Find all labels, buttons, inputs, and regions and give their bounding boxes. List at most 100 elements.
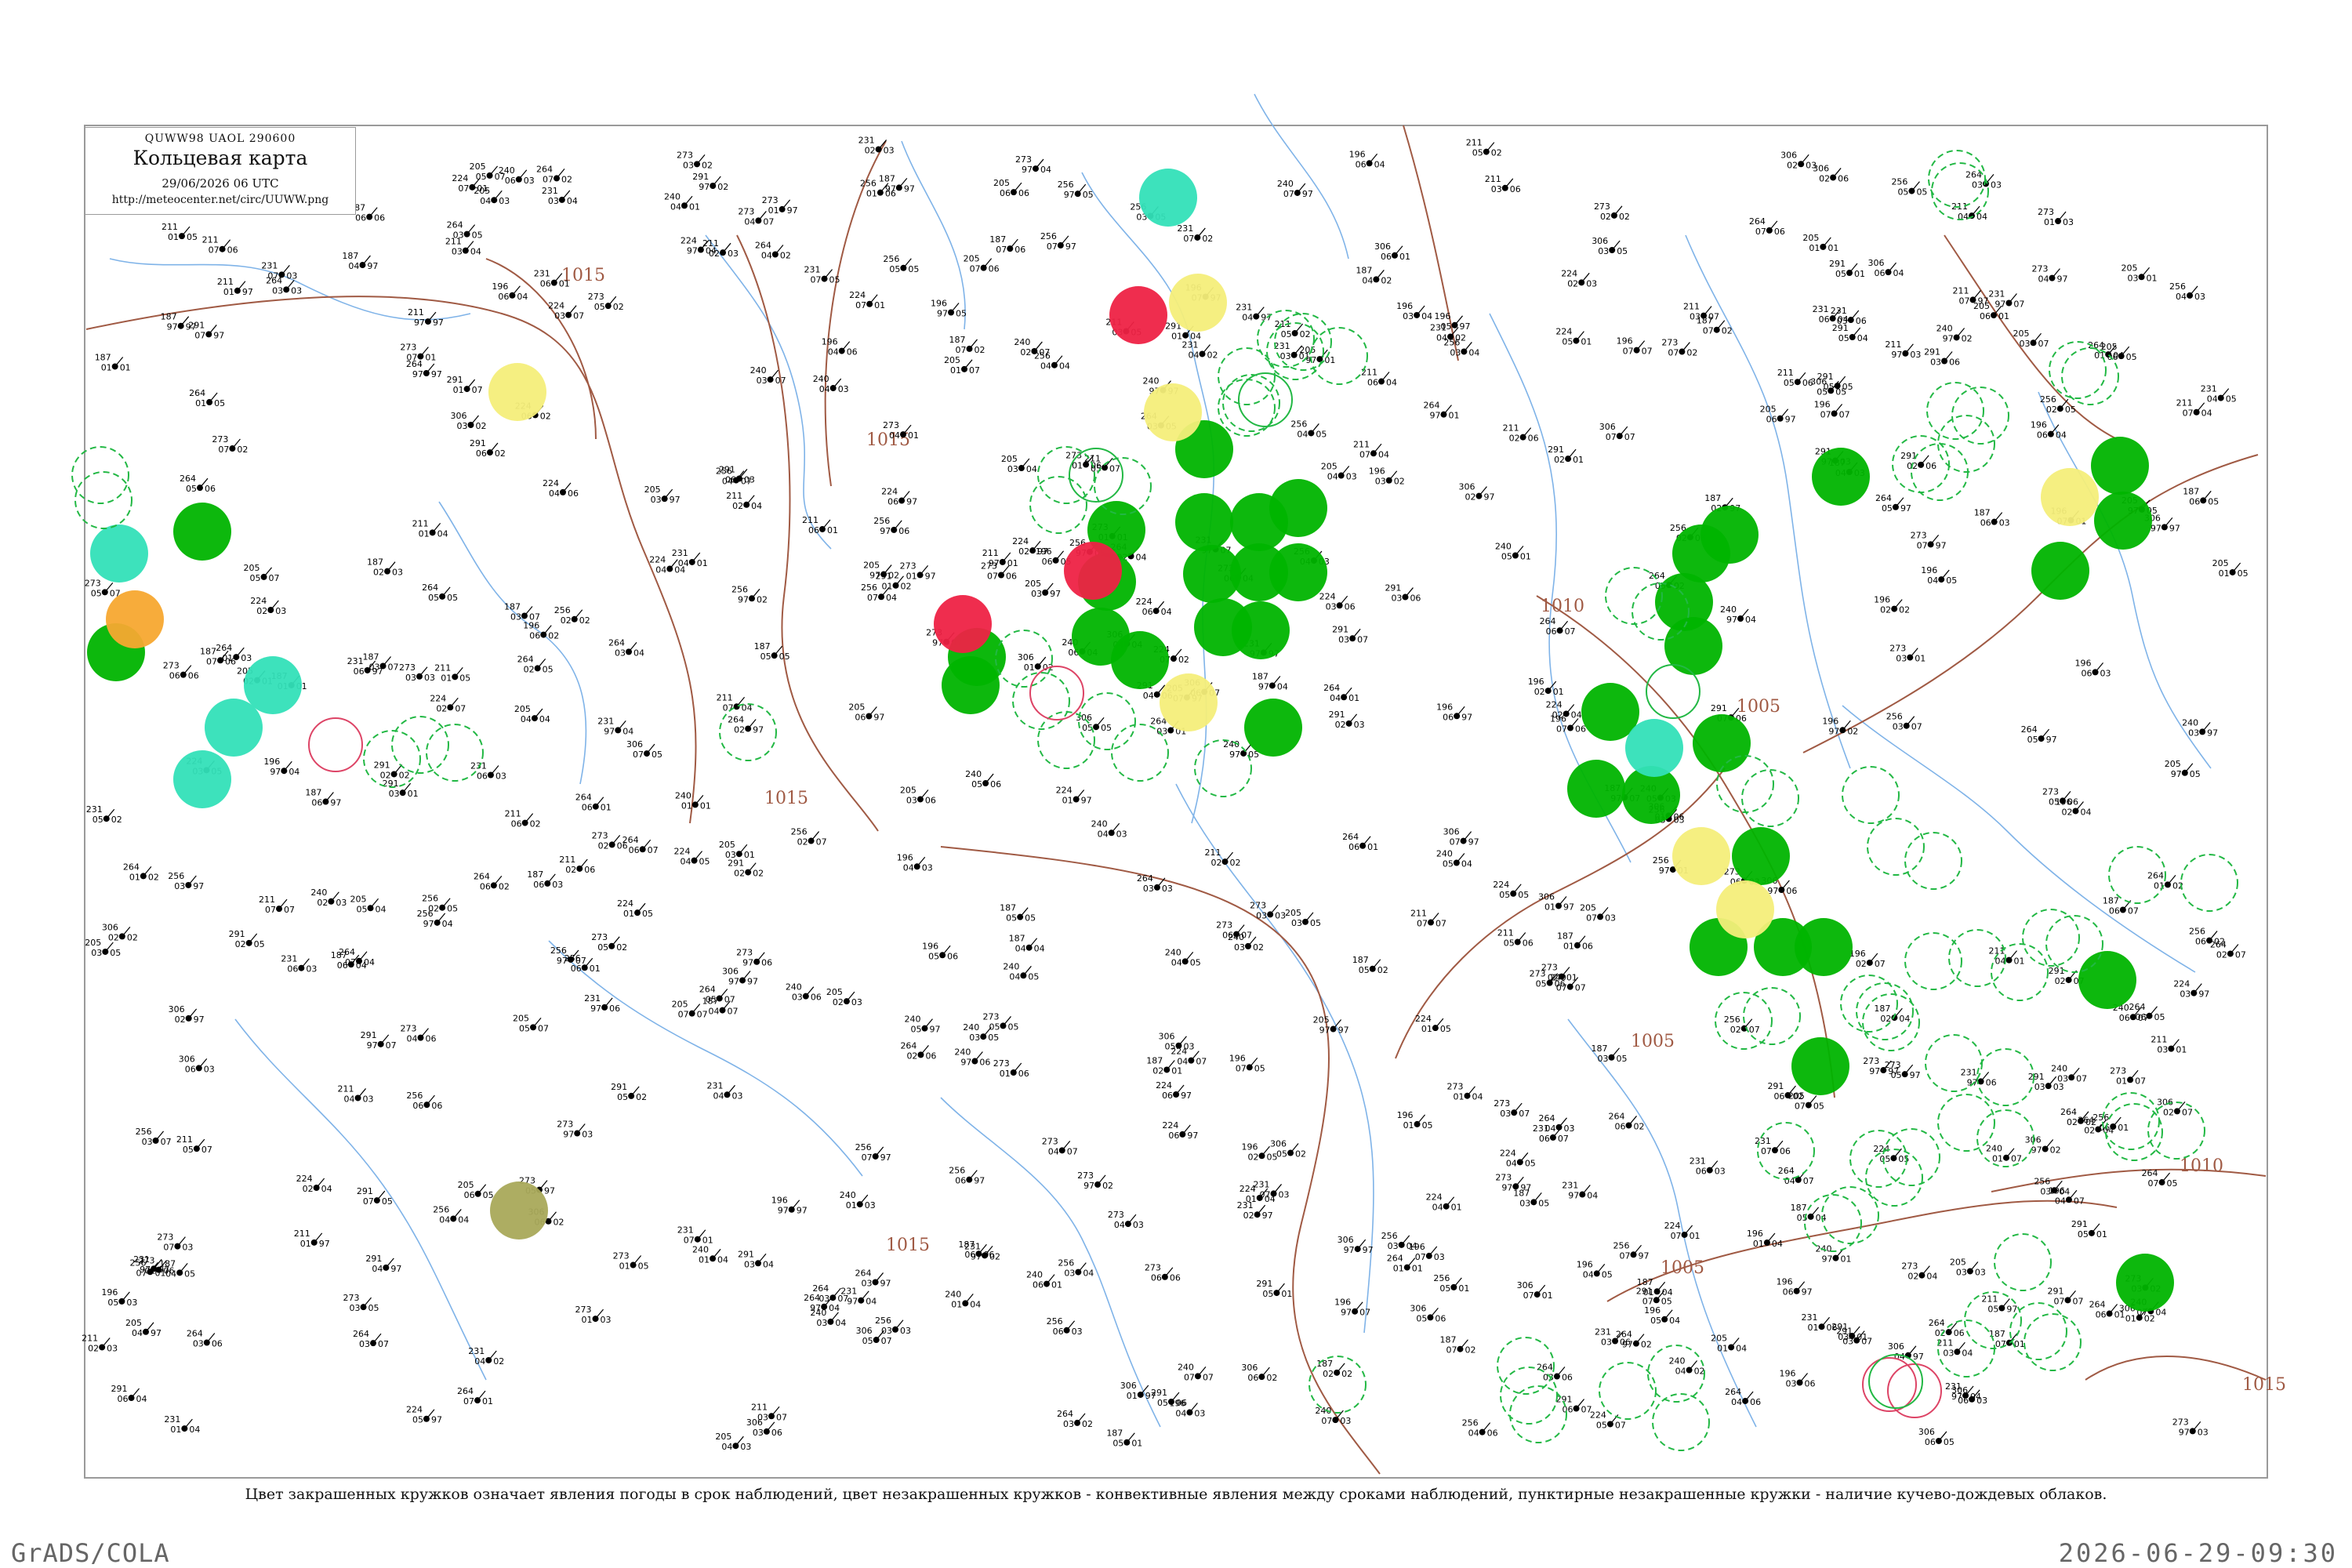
station-dew: 01 [1246, 1194, 1257, 1204]
station-temp: 273 [85, 578, 101, 588]
weather-circle-rain [1664, 617, 1722, 675]
weather-circle-shower [205, 699, 263, 757]
station-dew: 06 [1033, 1280, 1044, 1290]
station-pressure: 97 [1065, 241, 1076, 252]
station-pressure: 04 [1736, 1343, 1747, 1353]
station-temp: 273 [1015, 154, 1032, 165]
station-pressure: 03 [740, 1442, 751, 1452]
station-dew: 03 [757, 376, 768, 386]
station-pressure: 97 [1563, 902, 1574, 912]
station-temp: 273 [1901, 1261, 1918, 1272]
station-temp: 264 [123, 862, 140, 872]
weather-circle-fog-haze [488, 363, 546, 421]
station-dew: 04 [372, 1264, 383, 1274]
station-temp: 256 [716, 466, 732, 477]
station-temp: 196 [771, 1196, 788, 1206]
station-pressure: 02 [495, 448, 506, 459]
station-pressure: 03 [1354, 720, 1365, 730]
station-dew: 06 [2037, 430, 2048, 441]
station-temp: 231 [1274, 341, 1290, 351]
station-dew: 02 [256, 606, 267, 616]
station-temp: 240 [965, 769, 982, 779]
station-dew: 06 [533, 880, 544, 890]
station-temp: 256 [731, 584, 748, 594]
station-pressure: 97 [1187, 1131, 1198, 1141]
station-temp: 273 [982, 1011, 999, 1022]
station-pressure: 05 [368, 1303, 379, 1313]
station-pressure: 07 [741, 477, 752, 487]
station-dew: 97 [687, 246, 698, 256]
station-temp: 273 [1863, 1056, 1879, 1066]
station-dew: 02 [2084, 1125, 2095, 1135]
station-dew: 06 [1356, 159, 1367, 169]
station-dew: 06 [1546, 626, 1557, 637]
station-temp: 273 [883, 420, 899, 430]
station-temp: 291 [111, 1384, 128, 1394]
station-temp: 264 [180, 474, 196, 484]
station-pressure: 05 [447, 593, 458, 603]
station-temp: 264 [1540, 616, 1556, 626]
station-temp: 273 [588, 292, 604, 302]
station-temp: 187 [1974, 508, 1991, 518]
station-dew: 04 [549, 488, 560, 499]
station-pressure: 04 [1745, 615, 1756, 625]
isobar-label: 1010 [1541, 597, 1584, 616]
station-pressure: 04 [458, 1214, 469, 1225]
station-temp: 291 [188, 320, 205, 330]
station-pressure: 04 [1277, 681, 1288, 691]
station-temp: 240 [310, 887, 327, 898]
station-pressure: 01 [2147, 273, 2158, 283]
station-pressure: 06 [1582, 942, 1593, 952]
station-temp: 224 [1590, 1410, 1606, 1420]
station-pressure: 06 [1780, 1146, 1791, 1156]
station-dew: 04 [1583, 1269, 1594, 1279]
weather-circle-rain [1791, 1037, 1849, 1095]
station-dew: 02 [2046, 405, 2057, 415]
station-temp: 205 [474, 186, 490, 196]
station-pressure: 05 [1254, 1063, 1265, 1073]
station-pressure: 97 [367, 261, 378, 271]
station-temp: 256 [949, 1166, 965, 1176]
station-dew: 06 [505, 176, 516, 186]
station-temp: 306 [102, 922, 118, 932]
station-dew: 05 [428, 593, 439, 603]
weather-circle-drizzle-other [106, 590, 164, 648]
station-dew: 97 [2031, 1145, 2042, 1155]
station-dew: 03 [1375, 477, 1386, 487]
station-temp: 273 [1530, 969, 1546, 979]
station-temp: 211 [217, 277, 234, 287]
station-temp: 187 [1146, 1055, 1163, 1065]
station-pressure: 03 [922, 862, 933, 873]
station-temp: 306 [1599, 422, 1616, 432]
station-temp: 273 [1495, 1172, 1512, 1182]
station-pressure: 01 [1915, 654, 1926, 664]
station-dew: 97 [2151, 523, 2161, 533]
station-dew: 05 [594, 302, 605, 312]
station-dew: 03 [969, 1033, 980, 1043]
source-url[interactable]: http://meteocenter.net/circ/UUWW.png [85, 194, 355, 206]
station-pressure: 03 [601, 1315, 612, 1325]
station-temp: 211 [1466, 138, 1483, 148]
station-pressure: 07 [455, 703, 466, 713]
station-pressure: 97 [904, 183, 915, 194]
station-temp: 240 [786, 982, 802, 993]
station-dew: 97 [1064, 190, 1075, 200]
station-temp: 240 [904, 1014, 920, 1025]
station-pressure: 05 [2208, 496, 2219, 506]
station-dew: 03 [1280, 351, 1291, 361]
station-dew: 03 [651, 495, 662, 505]
station-dew: 05 [1596, 1420, 1607, 1430]
station-pressure: 02 [1202, 234, 1213, 244]
station-pressure: 97 [2056, 274, 2067, 285]
station-dew: 05 [1891, 1070, 1902, 1080]
station-pressure: 06 [205, 484, 216, 494]
station-pressure: 06 [1954, 1328, 1965, 1338]
station-temp: 211 [726, 491, 742, 501]
station-dew: 02 [373, 568, 384, 578]
station-dew: 03 [1326, 601, 1337, 612]
station-dew: 97 [1568, 1191, 1579, 1201]
station-dew: 04 [721, 1442, 732, 1452]
station-temp: 211 [1683, 302, 1700, 312]
station-pressure: 07 [697, 1010, 708, 1020]
station-pressure: 06 [1006, 571, 1017, 581]
